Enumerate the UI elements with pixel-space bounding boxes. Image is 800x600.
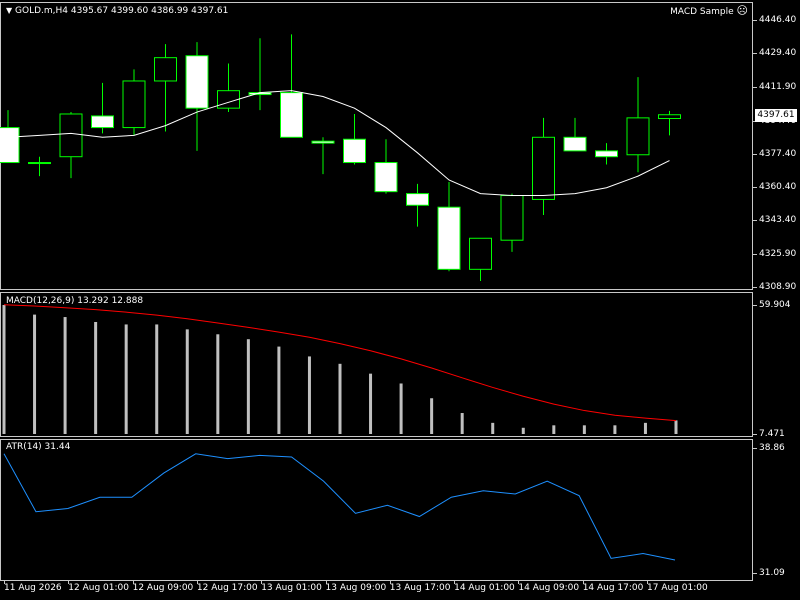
- candle-body: [280, 92, 303, 138]
- time-label: 14 Aug 17:00: [582, 583, 644, 593]
- candle-body: [154, 57, 177, 82]
- candle-body: [500, 195, 524, 241]
- candle-body: [406, 193, 429, 206]
- time-label: 13 Aug 17:00: [389, 583, 451, 593]
- candle-body: [626, 117, 650, 156]
- candle-body: [0, 127, 20, 164]
- macd-histogram-bar: [582, 425, 586, 434]
- time-label: 14 Aug 01:00: [454, 583, 515, 593]
- macd-histogram-bar: [674, 420, 678, 434]
- atr-tick: 38.86: [753, 443, 785, 453]
- candle-body: [311, 140, 335, 144]
- candle-body: [563, 136, 587, 152]
- symbol-label: GOLD.m,H4: [15, 6, 69, 16]
- candle-body: [217, 90, 240, 109]
- expert-label[interactable]: MACD Sample ☹: [670, 5, 748, 18]
- expert-name: MACD Sample: [670, 7, 734, 17]
- price-tick: 4377.40: [752, 148, 797, 159]
- macd-histogram-bar: [643, 422, 647, 434]
- price-tick: 4446.40: [752, 15, 797, 25]
- macd-histogram-bar: [124, 324, 128, 434]
- price-tick: 4411.90: [752, 81, 797, 92]
- atr-tick: 31.09: [753, 568, 785, 578]
- price-tick: 4308.90: [752, 282, 797, 292]
- current-price-box: 4397.61: [755, 108, 797, 122]
- sad-face-icon: ☹: [736, 4, 748, 17]
- macd-histogram-bar: [94, 321, 98, 434]
- macd-histogram-bar: [307, 356, 311, 434]
- candle-body: [122, 80, 146, 129]
- macd-histogram-bar: [521, 427, 525, 434]
- time-label: 12 Aug 09:00: [132, 583, 194, 593]
- time-label: 12 Aug 01:00: [68, 583, 129, 593]
- triangle-down-icon[interactable]: ▼: [6, 6, 12, 15]
- time-label: 14 Aug 09:00: [518, 583, 580, 593]
- price-tick: 4325.90: [752, 248, 797, 259]
- ohlc-label: 4395.67 4399.60 4386.99 4397.61: [70, 6, 229, 16]
- macd-histogram-bar: [430, 398, 434, 434]
- candle-body: [28, 162, 51, 165]
- price-tick: 4360.40: [752, 181, 797, 192]
- macd-histogram-bar: [338, 363, 342, 434]
- macd-histogram-bar: [216, 334, 220, 434]
- macd-histogram-bar: [491, 422, 495, 434]
- macd-histogram-bar: [399, 383, 403, 434]
- candle-body: [59, 113, 83, 158]
- atr-line: [3, 453, 676, 561]
- macd-histogram-bar: [155, 324, 159, 434]
- candle-body: [595, 150, 618, 158]
- time-label: 12 Aug 17:00: [196, 583, 258, 593]
- macd-tick: 59.904: [753, 300, 791, 310]
- candle-body: [469, 237, 492, 270]
- macd-histogram-bar: [185, 329, 189, 434]
- macd-histogram-bar: [460, 413, 464, 434]
- time-label: 13 Aug 01:00: [261, 583, 322, 593]
- price-tick: 4429.40: [752, 48, 797, 58]
- macd-histogram-bar: [246, 339, 250, 434]
- price-tick: 4343.40: [752, 215, 797, 225]
- candle-body: [437, 206, 461, 270]
- macd-histogram-bar: [33, 314, 37, 434]
- macd-histogram-bar: [369, 373, 373, 434]
- atr-title: ATR(14) 31.44: [6, 442, 71, 452]
- candle-body: [532, 136, 555, 200]
- time-label: 17 Aug 01:00: [647, 583, 708, 593]
- candle-body: [658, 114, 681, 120]
- time-label: 11 Aug 2026: [4, 583, 62, 593]
- candle-body: [343, 138, 366, 164]
- macd-title: MACD(12,26,9) 13.292 12.888: [6, 296, 144, 306]
- candle-body: [185, 55, 209, 109]
- macd-histogram-bar: [63, 317, 67, 434]
- macd-histogram-bar: [552, 425, 556, 434]
- macd-histogram-bar: [613, 425, 617, 434]
- macd-histogram-bar: [277, 346, 281, 434]
- time-label: 13 Aug 09:00: [325, 583, 387, 593]
- macd-tick: 7.471: [753, 429, 785, 439]
- macd-histogram-bar: [2, 305, 6, 434]
- price-axis[interactable]: 4446.404429.404411.904394.404377.404360.…: [752, 0, 800, 600]
- candle-body: [374, 162, 398, 193]
- candle-body: [91, 115, 114, 129]
- chart-title-row: ▼ GOLD.m,H4 4395.67 4399.60 4386.99 4397…: [6, 5, 228, 17]
